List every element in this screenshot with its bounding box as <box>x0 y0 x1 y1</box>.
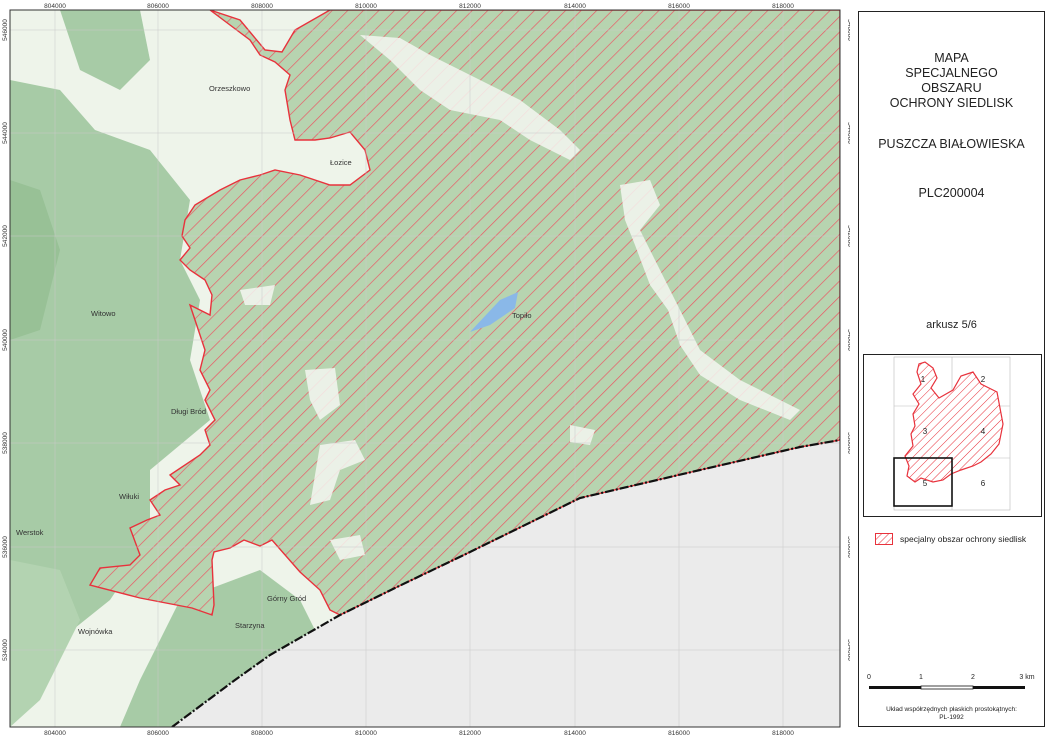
bottom-tick: 812000 <box>459 730 481 737</box>
scale-segment-3 <box>973 686 1025 689</box>
left-tick: 544000 <box>2 122 9 144</box>
right-tick: 536000 <box>846 536 850 558</box>
right-tick: 540000 <box>846 329 850 351</box>
place-wiluki: Wiłuki <box>119 492 139 501</box>
coordinate-system: Układ współrzędnych płaskich prostokątny… <box>859 706 1044 722</box>
right-tick: 544000 <box>846 122 850 144</box>
map-frame[interactable]: 804000 806000 808000 810000 812000 81400… <box>0 0 850 737</box>
place-dlugi-brod: Długi Bród <box>171 407 206 416</box>
bottom-tick: 814000 <box>564 730 586 737</box>
right-tick: 542000 <box>846 225 850 247</box>
bottom-tick: 810000 <box>355 730 377 737</box>
left-tick: 534000 <box>2 639 9 661</box>
top-tick: 814000 <box>564 3 586 10</box>
scale-segment-2 <box>920 685 974 690</box>
index-label-1: 1 <box>921 375 926 384</box>
place-witowo: Witowo <box>91 309 116 318</box>
place-wojnowka: Wojnówka <box>78 627 113 636</box>
top-tick: 810000 <box>355 3 377 10</box>
right-tick: 546000 <box>846 19 850 41</box>
bottom-tick: 804000 <box>44 730 66 737</box>
map-info-panel: MAPA SPECJALNEGO OBSZARU OCHRONY SIEDLIS… <box>858 11 1045 727</box>
legend: specjalny obszar ochrony siedlisk <box>875 533 1026 545</box>
scale-label-2: 2 <box>971 674 975 681</box>
place-topilo: Topiło <box>512 311 532 320</box>
scale-segment-1 <box>869 686 921 689</box>
title-line-2: SPECJALNEGO <box>905 66 998 80</box>
title-line-3: OBSZARU <box>921 81 982 95</box>
bottom-tick: 806000 <box>147 730 169 737</box>
title-line-4: OCHRONY SIEDLISK <box>889 96 1014 110</box>
index-label-5: 5 <box>923 479 928 488</box>
sheet-label: arkusz 5/6 <box>926 319 977 331</box>
sheet-index-map[interactable]: 1 2 3 4 5 6 <box>863 354 1042 517</box>
scale-label-3: 3 km <box>1019 674 1034 681</box>
left-tick: 538000 <box>2 432 9 454</box>
index-label-3: 3 <box>923 427 928 436</box>
left-tick: 536000 <box>2 536 9 558</box>
top-tick: 806000 <box>147 3 169 10</box>
left-tick: 546000 <box>2 19 9 41</box>
bottom-tick: 808000 <box>251 730 273 737</box>
legend-hatch-icon <box>875 533 893 545</box>
place-orzeszkowo: Orzeszkowo <box>209 84 250 93</box>
index-label-4: 4 <box>981 427 986 436</box>
right-tick: 538000 <box>846 432 850 454</box>
area-code: PLC200004 <box>918 186 985 200</box>
crs-line-2: PL-1992 <box>939 714 964 721</box>
map-canvas[interactable]: 804000 806000 808000 810000 812000 81400… <box>0 0 850 737</box>
index-label-6: 6 <box>981 479 986 488</box>
area-name: PUSZCZA BIAŁOWIESKA <box>878 137 1025 151</box>
left-tick: 540000 <box>2 329 9 351</box>
place-starzyna: Starzyna <box>235 621 265 630</box>
top-tick: 804000 <box>44 3 66 10</box>
right-tick: 534000 <box>846 639 850 661</box>
place-lozice: Łozice <box>330 158 352 167</box>
top-tick: 816000 <box>668 3 690 10</box>
index-label-2: 2 <box>981 375 986 384</box>
crs-line-1: Układ współrzędnych płaskich prostokątny… <box>886 706 1017 713</box>
scale-label-0: 0 <box>867 674 871 681</box>
bottom-tick: 818000 <box>772 730 794 737</box>
top-tick: 812000 <box>459 3 481 10</box>
left-tick: 542000 <box>2 225 9 247</box>
top-tick: 808000 <box>251 3 273 10</box>
top-tick: 818000 <box>772 3 794 10</box>
bottom-tick: 816000 <box>668 730 690 737</box>
place-gorny-grod: Górny Gród <box>267 594 306 603</box>
title-line-1: MAPA <box>934 51 969 65</box>
map-title: MAPA SPECJALNEGO OBSZARU OCHRONY SIEDLIS… <box>859 51 1044 111</box>
legend-label: specjalny obszar ochrony siedlisk <box>900 534 1027 544</box>
place-werstok: Werstok <box>16 528 44 537</box>
scale-bar: 0 1 2 3 km <box>867 674 1035 690</box>
scale-label-1: 1 <box>919 674 923 681</box>
